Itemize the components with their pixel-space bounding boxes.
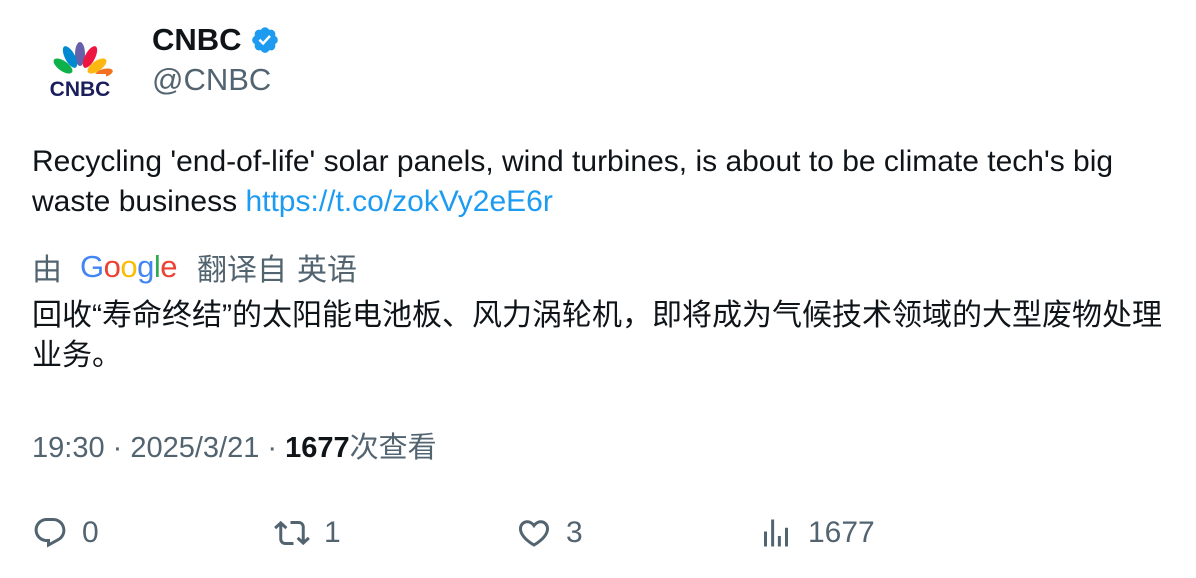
retweet-count: 1 xyxy=(324,516,341,549)
tweet-text: Recycling 'end-of-life' solar panels, wi… xyxy=(32,142,1162,222)
retweet-icon xyxy=(274,520,310,546)
tweet-meta: 19:30 · 2025/3/21 · 1677次查看 xyxy=(32,424,437,466)
avatar[interactable]: CNBC xyxy=(32,24,128,120)
reply-icon xyxy=(34,518,66,548)
action-bar: 0 1 3 1677 xyxy=(0,508,1196,558)
source-language: 英语 xyxy=(297,254,358,287)
tweet-time[interactable]: 19:30 xyxy=(32,432,105,464)
google-logo: Google xyxy=(80,249,178,284)
translated-from-label: 翻译自 xyxy=(197,254,288,287)
translated-text: 回收“寿命终结”的太阳能电池板、风力涡轮机，即将成为气候技术领域的大型废物处理业… xyxy=(32,299,1162,372)
translation-attribution: 由 Google 翻译自 英语 xyxy=(32,246,357,288)
like-button[interactable]: 3 xyxy=(516,508,583,558)
reply-count: 0 xyxy=(82,516,99,549)
like-icon xyxy=(518,520,550,547)
meta-separator: · xyxy=(259,432,286,464)
tweet-date[interactable]: 2025/3/21 xyxy=(130,432,259,464)
avatar-logo-text: CNBC xyxy=(50,78,111,101)
cnbc-peacock-logo: CNBC xyxy=(50,42,113,101)
author-handle[interactable]: @CNBC xyxy=(152,62,271,98)
retweet-button[interactable]: 1 xyxy=(274,508,341,558)
display-name[interactable]: CNBC xyxy=(152,22,242,58)
view-count: 1677 xyxy=(808,516,875,549)
tweet-body: Recycling 'end-of-life' solar panels, wi… xyxy=(32,145,1114,218)
translated-by-label: 由 xyxy=(32,254,62,287)
reply-button[interactable]: 0 xyxy=(32,508,99,558)
views-button[interactable]: 1677 xyxy=(758,508,875,558)
views-count: 1677 xyxy=(285,432,350,464)
views-icon xyxy=(764,519,788,547)
meta-separator: · xyxy=(104,432,131,464)
author-name-row[interactable]: CNBC xyxy=(152,22,280,58)
tweet-link[interactable]: https://t.co/zokVy2eE6r xyxy=(245,185,552,218)
like-count: 3 xyxy=(566,516,583,549)
tweet: CNBC CNBC @CNBC Recycling 'end-of-life' … xyxy=(0,0,1196,578)
verified-badge-icon xyxy=(251,27,278,53)
views-label: 次查看 xyxy=(349,432,437,464)
